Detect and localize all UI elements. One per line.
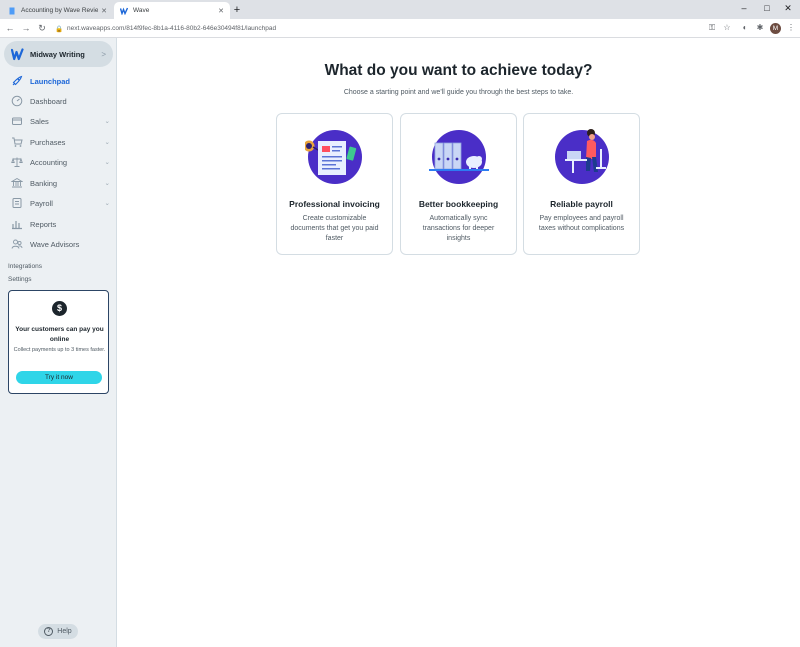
browser-tab-wave[interactable]: Wave ✕ bbox=[114, 2, 230, 19]
wave-favicon-icon bbox=[120, 7, 128, 15]
online-payments-promo: $ Your customers can pay you online Coll… bbox=[8, 290, 109, 394]
settings-link[interactable]: Settings bbox=[8, 276, 32, 283]
dollar-icon: $ bbox=[52, 301, 67, 316]
help-button[interactable]: ? Help bbox=[38, 624, 78, 639]
dashboard-icon bbox=[11, 95, 23, 107]
browser-toolbar: ← → ↻ 🔒 next.waveapps.com/814f9fec-8b1a-… bbox=[0, 19, 800, 38]
sidebar-item-banking[interactable]: Banking ⌄ bbox=[0, 174, 117, 192]
lock-icon: 🔒 bbox=[55, 25, 64, 33]
help-label: Help bbox=[57, 628, 72, 635]
browser-tab-strip: Accounting by Wave Review 202 ✕ Wave ✕ +… bbox=[0, 0, 800, 19]
business-name: Midway Writing bbox=[30, 49, 85, 59]
sidebar-item-label: Dashboard bbox=[30, 96, 67, 106]
main-content: What do you want to achieve today? Choos… bbox=[117, 38, 800, 647]
sidebar: Midway Writing > Launchpad Dashboard Sal… bbox=[0, 38, 117, 647]
chevron-down-icon: ⌄ bbox=[104, 118, 110, 125]
card-description: Automatically sync transactions for deep… bbox=[422, 215, 495, 242]
sidebar-item-launchpad[interactable]: Launchpad bbox=[0, 72, 117, 90]
new-tab-button[interactable]: + bbox=[231, 4, 243, 16]
chevron-right-icon: > bbox=[101, 49, 106, 59]
bookmark-star-icon[interactable]: ☆ bbox=[721, 22, 733, 34]
payroll-icon bbox=[11, 197, 23, 209]
card-better-bookkeeping[interactable]: Better bookkeeping Automatically sync tr… bbox=[400, 113, 517, 255]
card-description: Create customizable documents that get y… bbox=[290, 215, 379, 242]
sidebar-item-purchases[interactable]: Purchases ⌄ bbox=[0, 133, 117, 151]
card-reliable-payroll[interactable]: Reliable payroll Pay employees and payro… bbox=[523, 113, 640, 255]
reload-icon[interactable]: ↻ bbox=[36, 22, 48, 34]
page-subtitle: Choose a starting point and we'll guide … bbox=[343, 89, 574, 96]
sidebar-item-reports[interactable]: Reports bbox=[0, 215, 117, 233]
url-text: next.waveapps.com/814f9fec-8b1a-4116-80b… bbox=[67, 25, 277, 32]
sidebar-item-label: Purchases bbox=[30, 137, 66, 147]
sidebar-item-sales[interactable]: Sales ⌄ bbox=[0, 112, 117, 130]
chevron-down-icon: ⌄ bbox=[104, 159, 110, 166]
reports-icon bbox=[11, 218, 23, 230]
sidebar-item-wave-advisors[interactable]: Wave Advisors bbox=[0, 235, 117, 253]
chevron-down-icon: ⌄ bbox=[104, 180, 110, 187]
integrations-link[interactable]: Integrations bbox=[8, 263, 42, 270]
page-title: What do you want to achieve today? bbox=[324, 62, 593, 79]
key-icon[interactable]: ⚿ bbox=[706, 22, 718, 34]
question-mark-icon: ? bbox=[44, 627, 54, 636]
sidebar-item-label: Wave Advisors bbox=[30, 239, 80, 249]
card-title: Better bookkeeping bbox=[418, 199, 499, 209]
bank-icon bbox=[11, 177, 23, 189]
address-bar[interactable]: 🔒 next.waveapps.com/814f9fec-8b1a-4116-8… bbox=[55, 21, 705, 36]
browser-tab-review[interactable]: Accounting by Wave Review 202 ✕ bbox=[2, 2, 113, 19]
scale-icon bbox=[11, 156, 23, 168]
wave-logo-icon bbox=[10, 47, 24, 61]
payroll-illustration-icon bbox=[552, 127, 612, 187]
browser-tab-title: Wave bbox=[133, 7, 150, 14]
sidebar-item-label: Banking bbox=[30, 178, 58, 188]
card-title: Professional invoicing bbox=[289, 199, 380, 209]
close-tab-icon[interactable]: ✕ bbox=[218, 7, 224, 15]
sidebar-item-dashboard[interactable]: Dashboard bbox=[0, 92, 117, 110]
sidebar-item-label: Reports bbox=[30, 219, 57, 229]
sidebar-item-payroll[interactable]: Payroll ⌄ bbox=[0, 194, 117, 212]
forward-arrow-icon[interactable]: → bbox=[20, 22, 32, 34]
business-switcher[interactable]: Midway Writing > bbox=[4, 41, 113, 67]
card-professional-invoicing[interactable]: Professional invoicing Create customizab… bbox=[276, 113, 393, 255]
bookkeeping-illustration-icon bbox=[429, 127, 489, 187]
card-description: Pay employees and payroll taxes without … bbox=[538, 215, 625, 232]
card-title: Reliable payroll bbox=[550, 199, 613, 209]
profile-avatar[interactable]: M bbox=[770, 23, 781, 34]
sidebar-item-label: Payroll bbox=[30, 198, 53, 208]
extension-circle-icon[interactable]: ◐ bbox=[739, 22, 751, 34]
sidebar-item-label: Accounting bbox=[30, 157, 68, 167]
sales-icon bbox=[11, 115, 23, 127]
chevron-down-icon: ⌄ bbox=[104, 200, 110, 207]
promo-title: Your customers can pay you online bbox=[15, 326, 104, 343]
minimize-window-button[interactable]: – bbox=[732, 2, 756, 14]
browser-tab-title: Accounting by Wave Review 202 bbox=[21, 7, 99, 14]
extensions-puzzle-icon[interactable]: ✱ bbox=[754, 22, 766, 34]
close-window-button[interactable]: ✕ bbox=[776, 2, 800, 14]
cart-icon bbox=[11, 136, 23, 148]
back-arrow-icon[interactable]: ← bbox=[4, 22, 16, 34]
close-tab-icon[interactable]: ✕ bbox=[101, 7, 107, 15]
promo-description: Collect payments up to 3 times faster. bbox=[13, 347, 106, 353]
advisors-icon bbox=[11, 238, 23, 250]
chevron-down-icon: ⌄ bbox=[104, 139, 110, 146]
sidebar-item-label: Sales bbox=[30, 116, 49, 126]
try-it-now-button[interactable]: Try it now bbox=[16, 371, 102, 384]
rocket-icon bbox=[11, 75, 23, 87]
browser-menu-icon[interactable]: ⋮ bbox=[785, 22, 797, 34]
sidebar-item-accounting[interactable]: Accounting ⌄ bbox=[0, 153, 117, 171]
invoice-illustration-icon bbox=[303, 127, 365, 187]
sidebar-item-label: Launchpad bbox=[30, 76, 71, 86]
document-favicon-icon bbox=[8, 7, 16, 15]
